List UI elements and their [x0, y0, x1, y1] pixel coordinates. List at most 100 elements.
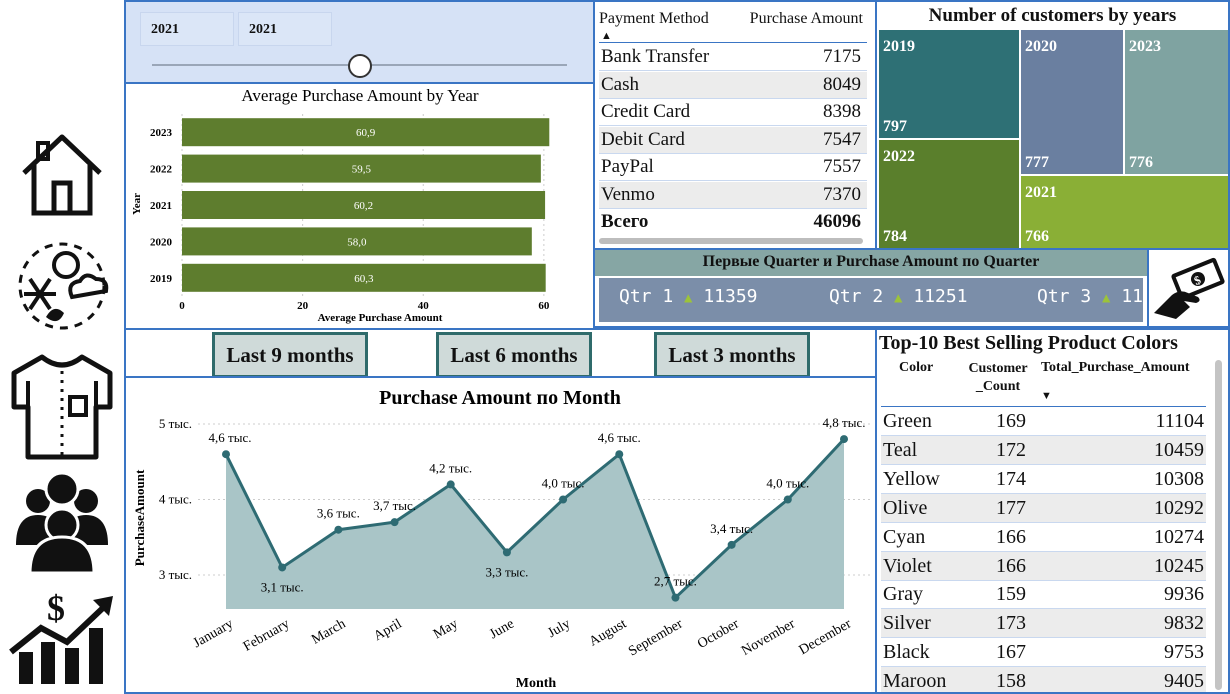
payment-row[interactable]: PayPal 7557	[599, 154, 867, 182]
avg-purchase-chart-panel: Average Purchase Amount by Year 0 20 40 60 60…	[124, 82, 595, 330]
sales-shortcut-button[interactable]: $	[1147, 248, 1230, 328]
data-point	[278, 563, 287, 572]
color-row[interactable]: Silver 173 9832	[881, 609, 1206, 639]
top-colors-table: Top-10 Best Selling Product Colors Color…	[875, 328, 1230, 694]
color-row[interactable]: Olive 177 10292	[881, 493, 1206, 523]
point-data-label: 4,6 тыс.	[598, 430, 641, 445]
total-purchase-cell: 9832	[1164, 612, 1204, 635]
color-row[interactable]: Maroon 158 9405	[881, 667, 1206, 693]
data-point	[783, 495, 792, 504]
quarter-value: 11	[1121, 286, 1143, 307]
bar-data-label: 60,2	[354, 200, 373, 212]
customer-count-cell: 159	[996, 583, 1026, 606]
quarter-kpi-panel: Первые Quarter и Purchase Amount по Quar…	[593, 248, 1149, 328]
money-hand-icon: $	[1153, 257, 1225, 319]
home-nav-button[interactable]	[6, 128, 118, 220]
total-value: 46096	[813, 210, 862, 232]
quarter-value: 11359	[703, 286, 758, 307]
treemap-tile[interactable]: 2022 784	[879, 140, 1019, 248]
color-row[interactable]: Gray 159 9936	[881, 580, 1206, 610]
treemap-tile[interactable]: 2021 766	[1021, 176, 1228, 248]
treemap-tile[interactable]: 2019 797	[879, 30, 1019, 138]
color-row[interactable]: Cyan 166 10274	[881, 523, 1206, 552]
last-9-months-button[interactable]: Last 9 months	[212, 332, 368, 376]
sales-nav-button[interactable]: $	[6, 586, 118, 686]
year-slider-handle[interactable]	[347, 54, 372, 78]
color-row[interactable]: Yellow 174 10308	[881, 465, 1206, 494]
top-colors-title: Top-10 Best Selling Product Colors	[879, 332, 1178, 354]
data-point	[446, 480, 455, 489]
quarter-value: 11251	[913, 286, 968, 307]
color-cell: Maroon	[883, 670, 947, 693]
total-purchase-cell: 10274	[1154, 525, 1204, 548]
point-data-label: 4,0 тыс.	[542, 476, 585, 491]
kpi-title: Первые Quarter и Purchase Amount по Quar…	[595, 250, 1147, 276]
color-cell: Yellow	[883, 467, 940, 490]
data-point	[615, 450, 624, 459]
sort-descending-icon[interactable]: ▼	[1041, 390, 1052, 402]
point-data-label: 4,0 тыс.	[766, 476, 809, 491]
customers-treemap-panel: Number of customers by years 2019 797 2020…	[875, 0, 1230, 250]
data-point	[222, 450, 230, 459]
col-header-color[interactable]: Color	[899, 360, 933, 376]
clothing-nav-button[interactable]	[6, 350, 118, 462]
color-cell: Green	[883, 410, 932, 432]
customer-count-cell: 158	[996, 670, 1026, 693]
point-data-label: 3,4 тыс.	[710, 521, 753, 536]
end-year-input[interactable]: 2021	[238, 12, 332, 46]
customers-icon	[16, 471, 108, 573]
payment-row[interactable]: Cash 8049	[599, 71, 867, 99]
x-tick-label: 60	[538, 300, 550, 312]
color-cell: Gray	[883, 583, 923, 606]
x-tick-label: March	[309, 616, 348, 647]
point-data-label: 4,8 тыс.	[823, 415, 866, 430]
treemap-year-label: 2023	[1129, 38, 1161, 55]
color-row[interactable]: Violet 166 10245	[881, 551, 1206, 581]
color-row[interactable]: Teal 172 10459	[881, 435, 1206, 465]
monthly-purchase-area-chart: Purchase Amount по Month 3 тыс. 4 тыс. 5 ты…	[132, 387, 871, 691]
horizontal-scrollbar[interactable]	[599, 238, 863, 244]
color-row[interactable]: Green 169 11104	[881, 407, 1206, 436]
treemap-tile[interactable]: 2020 777	[1021, 30, 1123, 174]
treemap-tile[interactable]: 2023 776	[1125, 30, 1228, 174]
last-6-months-button[interactable]: Last 6 months	[436, 332, 592, 376]
treemap-count-label: 777	[1025, 154, 1049, 171]
customers-nav-button[interactable]	[6, 470, 118, 574]
quarter-kpi-item: Qtr 2 ▲ 11251	[829, 286, 968, 307]
col-header-customer-count[interactable]: Customer _Count	[963, 360, 1033, 396]
y-tick-label: 2019	[150, 273, 173, 285]
x-axis-title: Month	[516, 676, 557, 691]
start-year-input[interactable]: 2021	[140, 12, 234, 46]
col-header-payment-method[interactable]: Payment Method	[599, 10, 709, 28]
weather-nav-button[interactable]	[6, 236, 118, 336]
color-cell: Cyan	[883, 525, 926, 548]
x-tick-label: 40	[418, 300, 430, 312]
payment-row[interactable]: Venmo 7370	[599, 182, 867, 209]
payment-row[interactable]: Debit Card 7547	[599, 126, 867, 154]
total-purchase-cell: 10292	[1154, 496, 1204, 519]
purchase-amount-cell: 7175	[823, 46, 861, 67]
quarter-label: Qtr 2	[829, 286, 884, 307]
col-header-purchase-amount[interactable]: Purchase Amount	[750, 10, 863, 28]
treemap-year-label: 2021	[1025, 184, 1057, 201]
purchase-amount-cell: 7557	[823, 156, 861, 178]
col-header-total-purchase[interactable]: Total_Purchase_Amount	[1041, 360, 1190, 376]
total-purchase-cell: 10245	[1154, 554, 1204, 577]
vertical-scrollbar[interactable]	[1215, 360, 1222, 690]
x-tick-label: November	[739, 616, 798, 659]
color-row[interactable]: Black 167 9753	[881, 638, 1206, 668]
customer-count-cell: 169	[996, 410, 1026, 432]
payment-row[interactable]: Bank Transfer 7175	[599, 44, 867, 71]
x-tick-label: June	[487, 616, 517, 642]
y-tick-label: 2021	[150, 200, 172, 212]
payment-method-cell: Credit Card	[601, 101, 691, 123]
chart-title: Purchase Amount по Month	[379, 387, 621, 409]
y-tick-label: 5 тыс.	[159, 416, 192, 431]
payment-method-cell: Venmo	[601, 184, 655, 205]
payment-row[interactable]: Credit Card 8398	[599, 99, 867, 127]
data-point	[840, 435, 848, 444]
bar-data-label: 59,5	[352, 164, 372, 176]
sort-ascending-icon[interactable]: ▲	[601, 30, 612, 42]
last-3-months-button[interactable]: Last 3 months	[654, 332, 810, 376]
kpi-scroller: Qtr 1 ▲ 11359 Qtr 2 ▲ 11251 Qtr 3 ▲ 11	[599, 278, 1143, 322]
